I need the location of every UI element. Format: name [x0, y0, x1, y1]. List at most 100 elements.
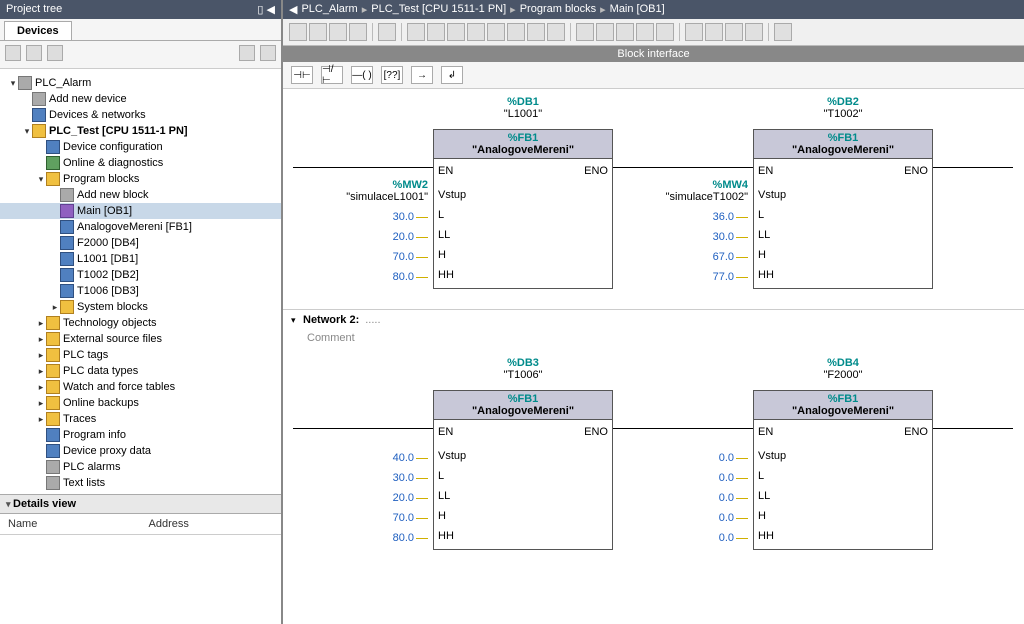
tree-item[interactable]: ▸PLC data types — [0, 363, 281, 379]
toolbar-button[interactable] — [349, 23, 367, 41]
lad-contact-nc[interactable]: ⊣/⊢ — [321, 66, 343, 84]
tree-item[interactable]: Main [OB1] — [0, 203, 281, 219]
expand-arrow-icon[interactable]: ▸ — [36, 318, 46, 329]
toolbar-button[interactable] — [547, 23, 565, 41]
lad-branch-open[interactable]: → — [411, 66, 433, 84]
devices-tab[interactable]: Devices — [4, 21, 72, 40]
tree-item[interactable]: ▾Program blocks — [0, 171, 281, 187]
tree-item[interactable]: ▸PLC tags — [0, 347, 281, 363]
ladder-canvas[interactable]: %DB1 "L1001" %FB1 "AnalogoveMereni" EN E… — [283, 89, 1024, 624]
toolbar-button[interactable] — [616, 23, 634, 41]
tree-item[interactable]: T1002 [DB2] — [0, 267, 281, 283]
lad-toolbar: ⊣⊢ ⊣/⊢ —( ) [??] → ↲ — [283, 62, 1024, 89]
lad-coil[interactable]: —( ) — [351, 66, 373, 84]
tree-item[interactable]: F2000 [DB4] — [0, 235, 281, 251]
expand-arrow-icon[interactable]: ▸ — [36, 382, 46, 393]
toolbar-icon[interactable] — [260, 45, 276, 61]
tree-item[interactable]: ▾PLC_Alarm — [0, 75, 281, 91]
tree-label: External source files — [63, 333, 162, 345]
project-tree[interactable]: ▾PLC_AlarmAdd new deviceDevices & networ… — [0, 69, 281, 494]
tree-icon — [60, 204, 74, 218]
crumb[interactable]: PLC_Test [CPU 1511-1 PN] — [371, 3, 506, 16]
toolbar-button[interactable] — [378, 23, 396, 41]
tree-label: Watch and force tables — [63, 381, 175, 393]
expand-arrow-icon[interactable]: ▸ — [50, 302, 60, 313]
fb-instance[interactable]: %DB1 "L1001" %FB1 "AnalogoveMereni" EN E… — [433, 129, 613, 289]
fb-instance[interactable]: %DB3 "T1006" %FB1 "AnalogoveMereni" EN E… — [433, 390, 613, 550]
tree-icon — [60, 252, 74, 266]
toolbar-button[interactable] — [576, 23, 594, 41]
tree-item[interactable]: T1006 [DB3] — [0, 283, 281, 299]
toolbar-button[interactable] — [685, 23, 703, 41]
toolbar-button[interactable] — [329, 23, 347, 41]
fb-instance[interactable]: %DB4 "F2000" %FB1 "AnalogoveMereni" EN E… — [753, 390, 933, 550]
toolbar-button[interactable] — [507, 23, 525, 41]
toolbar-button[interactable] — [487, 23, 505, 41]
toolbar-button[interactable] — [407, 23, 425, 41]
toolbar-button[interactable] — [656, 23, 674, 41]
crumb[interactable]: PLC_Alarm — [301, 3, 357, 16]
tree-item[interactable]: Program info — [0, 427, 281, 443]
tree-item[interactable]: Add new device — [0, 91, 281, 107]
lad-contact-no[interactable]: ⊣⊢ — [291, 66, 313, 84]
expand-arrow-icon[interactable]: ▸ — [36, 350, 46, 361]
tree-item[interactable]: ▸ External source files — [0, 331, 281, 347]
toolbar-icon[interactable] — [239, 45, 255, 61]
expand-arrow-icon[interactable]: ▾ — [36, 174, 46, 185]
expand-arrow-icon[interactable]: ▸ — [36, 398, 46, 409]
network-header[interactable]: ▾ Network 2: ..... — [283, 309, 1024, 330]
tree-item[interactable]: ▸Technology objects — [0, 315, 281, 331]
tree-item[interactable]: Device proxy data — [0, 443, 281, 459]
toolbar-button[interactable] — [774, 23, 792, 41]
input-tag[interactable]: %MW2 "simulaceL1001" — [323, 179, 428, 203]
fb-instance[interactable]: %DB2 "T1002" %FB1 "AnalogoveMereni" EN E… — [753, 129, 933, 289]
tree-icon — [32, 108, 46, 122]
tree-item[interactable]: PLC alarms — [0, 459, 281, 475]
tree-item[interactable]: ▾PLC_Test [CPU 1511-1 PN] — [0, 123, 281, 139]
tree-item[interactable]: AnalogoveMereni [FB1] — [0, 219, 281, 235]
tree-item[interactable]: Devices & networks — [0, 107, 281, 123]
tree-item[interactable]: ▸ Watch and force tables — [0, 379, 281, 395]
expand-arrow-icon[interactable]: ▾ — [8, 78, 18, 89]
toolbar-button[interactable] — [289, 23, 307, 41]
project-tree-title: Project tree ▯ ◀ — [0, 0, 281, 19]
tree-item[interactable]: Device configuration — [0, 139, 281, 155]
block-interface-bar[interactable]: Block interface — [283, 46, 1024, 62]
tree-item[interactable]: Add new block — [0, 187, 281, 203]
toolbar-button[interactable] — [427, 23, 445, 41]
tree-item[interactable]: ▸Traces — [0, 411, 281, 427]
expand-arrow-icon[interactable]: ▸ — [36, 366, 46, 377]
toolbar-icon[interactable] — [26, 45, 42, 61]
tree-item[interactable]: ▸ Online backups — [0, 395, 281, 411]
expand-arrow-icon[interactable]: ▸ — [36, 414, 46, 425]
breadcrumb: ◀ PLC_Alarm▸ PLC_Test [CPU 1511-1 PN]▸ P… — [283, 0, 1024, 19]
crumb[interactable]: Main [OB1] — [610, 3, 665, 16]
toolbar-button[interactable] — [467, 23, 485, 41]
tree-item[interactable]: ▸System blocks — [0, 299, 281, 315]
tree-item[interactable]: Online & diagnostics — [0, 155, 281, 171]
editor-main: ◀ PLC_Alarm▸ PLC_Test [CPU 1511-1 PN]▸ P… — [283, 0, 1024, 624]
tree-label: L1001 [DB1] — [77, 253, 138, 265]
network-comment[interactable]: Comment — [283, 330, 1024, 350]
toolbar-button[interactable] — [447, 23, 465, 41]
expand-arrow-icon[interactable]: ▾ — [22, 126, 32, 137]
tree-item[interactable]: L1001 [DB1] — [0, 251, 281, 267]
lad-box[interactable]: [??] — [381, 66, 403, 84]
toolbar-button[interactable] — [636, 23, 654, 41]
toolbar-button[interactable] — [527, 23, 545, 41]
expand-arrow-icon[interactable]: ▸ — [36, 334, 46, 345]
tree-label: Online backups — [63, 397, 139, 409]
collapse-icon[interactable]: ▯ ◀ — [257, 3, 275, 16]
crumb[interactable]: Program blocks — [520, 3, 596, 16]
tree-item[interactable]: Text lists — [0, 475, 281, 491]
toolbar-button[interactable] — [309, 23, 327, 41]
toolbar-button[interactable] — [596, 23, 614, 41]
details-view-header[interactable]: Details view — [0, 494, 281, 514]
lad-branch-close[interactable]: ↲ — [441, 66, 463, 84]
toolbar-icon[interactable] — [5, 45, 21, 61]
toolbar-button[interactable] — [745, 23, 763, 41]
toolbar-button[interactable] — [725, 23, 743, 41]
collapse-arrow-icon[interactable]: ▾ — [291, 315, 303, 326]
toolbar-icon[interactable] — [47, 45, 63, 61]
toolbar-button[interactable] — [705, 23, 723, 41]
